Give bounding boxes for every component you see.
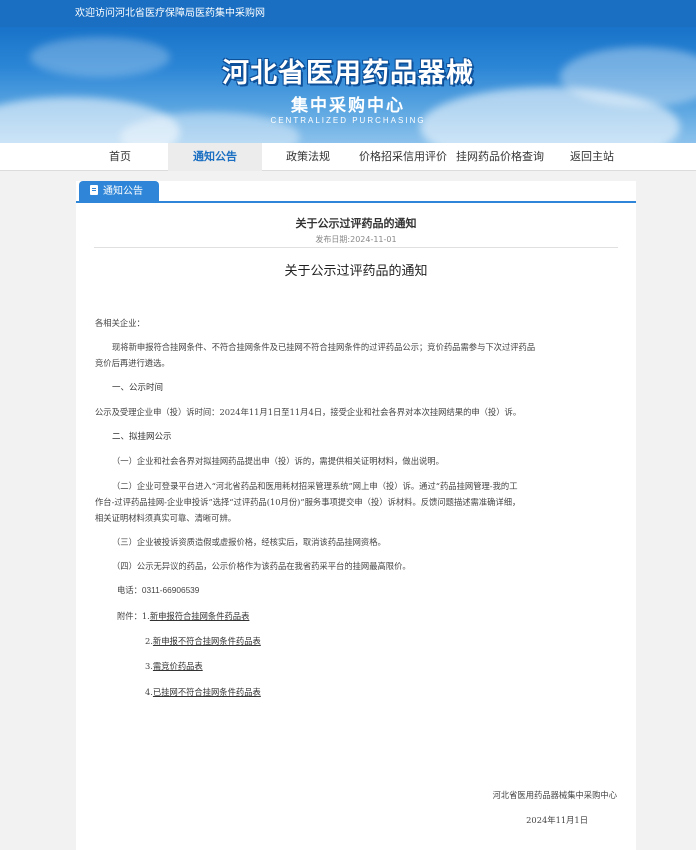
article-title: 关于公示过评药品的通知 xyxy=(295,217,417,230)
attachment-2-link[interactable]: 新申报不符合挂网条件药品表 xyxy=(153,636,261,646)
banner-title: 河北省医用药品器械 xyxy=(222,58,474,89)
greeting: 各相关企业： xyxy=(95,318,145,328)
attachment-4-link[interactable]: 已挂网不符合挂网条件药品表 xyxy=(153,687,261,697)
site-banner: 河北省医用药品器械 集中采购中心 CENTRALIZED PURCHASING xyxy=(0,27,696,143)
top-bar: 欢迎访问河北省医疗保障局医药集中采购网 xyxy=(0,0,696,27)
item-1: （一）企业和社会各界对拟挂网药品提出申（投）诉的，需提供相关证明材料，做出说明。 xyxy=(112,456,444,466)
nav-item-policies[interactable]: 政策法规 xyxy=(264,143,352,171)
banner-subtitle: 集中采购中心 xyxy=(291,96,405,116)
section-1-heading: 一、公示时间 xyxy=(112,383,164,393)
attachment-label: 附件： xyxy=(117,611,142,621)
attachment-2-num: 2. xyxy=(145,636,153,646)
signature-date: 2024年11月1日 xyxy=(526,815,588,825)
section-tab-label: 通知公告 xyxy=(103,186,143,197)
attachment-row-2: 2.新申报不符合挂网条件药品表 xyxy=(95,633,617,649)
item-2-line-1: （二）企业可登录平台进入“河北省药品和医用耗材招采管理系统”网上申（投）诉。通过… xyxy=(112,481,518,491)
intro-line-1: 现将新申报符合挂网条件、不符合挂网条件及已挂网不符合挂网条件的过评药品公示；竞价… xyxy=(112,342,536,352)
attachment-3-link[interactable]: 需竞价药品表 xyxy=(153,661,203,671)
signature-org: 河北省医用药品器械集中采购中心 xyxy=(492,790,617,800)
attachment-row-1: 附件：1.新申报符合挂网条件药品表 xyxy=(95,608,617,624)
attachment-4-num: 4. xyxy=(145,687,153,697)
title-divider xyxy=(94,247,618,248)
item-2-line-3: 相关证明材料须真实可靠、清晰可辨。 xyxy=(95,513,237,523)
article-heading: 关于公示过评药品的通知 xyxy=(284,264,428,279)
nav-item-credit[interactable]: 价格招采信用评价 xyxy=(352,143,454,171)
intro-line-2: 竞价后再进行遴选。 xyxy=(95,358,170,368)
document-icon xyxy=(90,185,98,195)
welcome-text: 欢迎访问河北省医疗保障局医药集中采购网 xyxy=(75,8,265,19)
section-1-text: 公示及受理企业申（投）诉时间：2024年11月1日至11月4日，接受企业和社会各… xyxy=(95,407,522,417)
nav-item-notices[interactable]: 通知公告 xyxy=(168,143,262,171)
article-date: 发布日期:2024-11-01 xyxy=(315,235,397,244)
contact-phone: 电话：0311-66906539 xyxy=(117,585,200,595)
section-tab: 通知公告 xyxy=(79,181,159,203)
attachment-1-num: 1. xyxy=(141,611,150,621)
attachment-row-4: 4.已挂网不符合挂网条件药品表 xyxy=(95,684,617,700)
item-3: （三）企业被投诉资质造假或虚报价格，经核实后，取消该药品挂网资格。 xyxy=(112,537,386,547)
nav-item-home[interactable]: 首页 xyxy=(76,143,164,171)
item-2-line-2: 作台-过评药品挂网-企业申投诉”选择“过评药品(10月份)”服务事项提交申（投）… xyxy=(95,497,521,507)
tab-underline xyxy=(76,201,636,203)
article-card: 通知公告 关于公示过评药品的通知 发布日期:2024-11-01 关于公示过评药… xyxy=(76,181,636,850)
main-nav: 首页 通知公告 政策法规 价格招采信用评价 挂网药品价格查询 返回主站 xyxy=(0,143,696,171)
banner-english: CENTRALIZED PURCHASING xyxy=(270,116,426,125)
attachment-3-num: 3. xyxy=(145,661,153,671)
attachment-row-3: 3.需竞价药品表 xyxy=(95,658,617,674)
section-2-heading: 二、拟挂网公示 xyxy=(112,432,172,442)
item-4: （四）公示无异议的药品，公示价格作为该药品在我省药采平台的挂网最高限价。 xyxy=(112,561,411,571)
attachment-1-link[interactable]: 新申报符合挂网条件药品表 xyxy=(150,611,250,621)
nav-item-main-site[interactable]: 返回主站 xyxy=(548,143,636,171)
nav-item-price-query[interactable]: 挂网药品价格查询 xyxy=(452,143,548,171)
